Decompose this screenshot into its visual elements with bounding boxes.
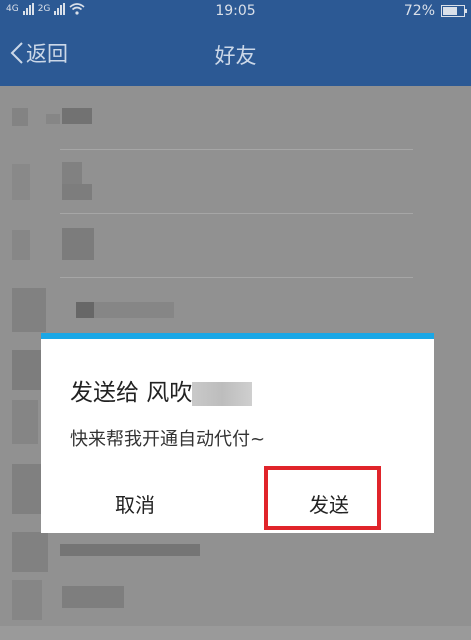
dialog-title-prefix: 发送给 风	[70, 380, 170, 406]
dialog-title: 发送给 风吹	[70, 373, 253, 407]
obscured-name	[192, 381, 253, 406]
dialog-message: 快来帮我开通自动代付~	[70, 429, 266, 450]
dialog-title-tail: 吹	[169, 380, 193, 406]
send-button-highlight	[264, 466, 381, 530]
cancel-button[interactable]: 取消	[115, 489, 155, 518]
